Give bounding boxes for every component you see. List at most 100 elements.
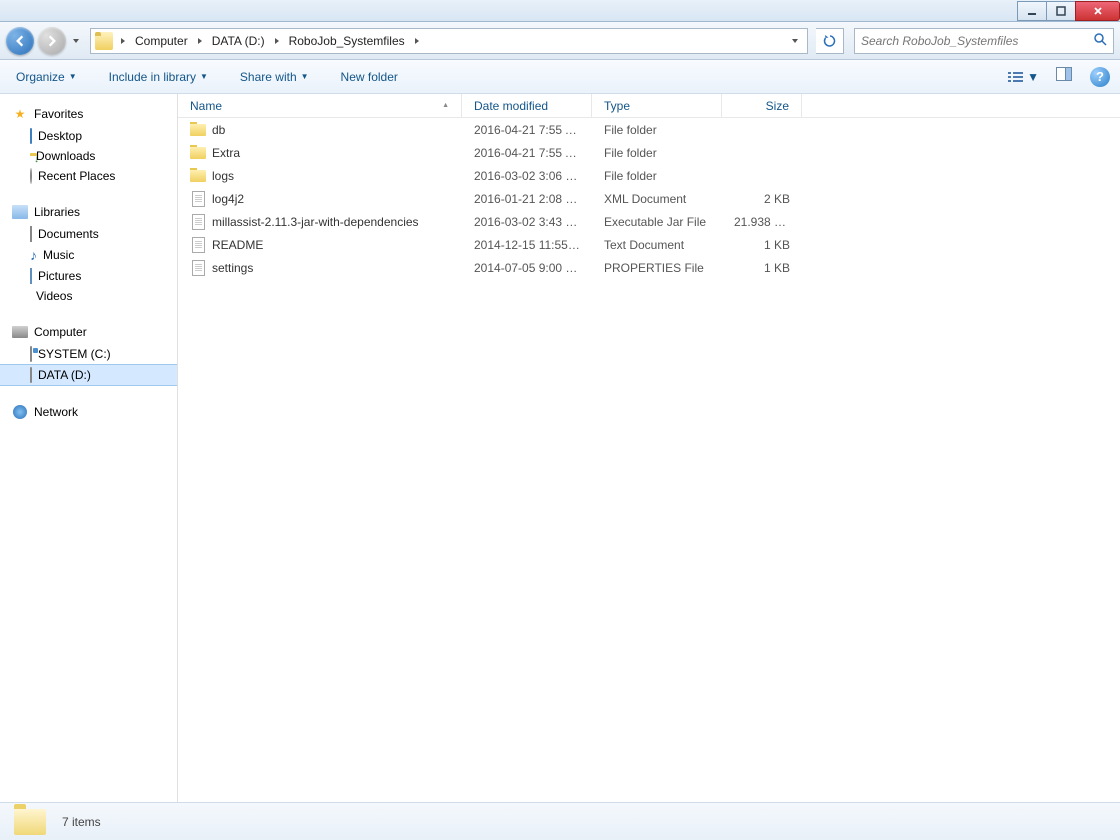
file-row[interactable]: settings 2014-07-05 9:00 PMPROPERTIES Fil… bbox=[178, 256, 1120, 279]
sidebar-item-label: Videos bbox=[36, 289, 72, 303]
file-size-cell: 1 KB bbox=[722, 238, 802, 252]
file-name-cell: logs bbox=[178, 168, 462, 184]
file-rows: db2016-04-21 7:55 AMFile folderExtra2016… bbox=[178, 118, 1120, 279]
sidebar-item-drive-c[interactable]: SYSTEM (C:) bbox=[0, 344, 177, 364]
sidebar-item-pictures[interactable]: Pictures bbox=[0, 266, 177, 286]
address-dropdown[interactable] bbox=[787, 34, 803, 48]
file-row[interactable]: millassist-2.11.3-jar-with-dependencies2… bbox=[178, 210, 1120, 233]
sidebar-item-videos[interactable]: Videos bbox=[0, 286, 177, 306]
organize-menu[interactable]: Organize▼ bbox=[10, 66, 83, 88]
sidebar-item-music[interactable]: ♪Music bbox=[0, 244, 177, 266]
file-type-cell: XML Document bbox=[592, 192, 722, 206]
file-list-pane: Name Date modified Type Size db2016-04-2… bbox=[178, 94, 1120, 802]
sidebar-item-drive-d[interactable]: DATA (D:) bbox=[0, 364, 177, 386]
breadcrumb-separator[interactable] bbox=[117, 37, 129, 45]
recent-icon bbox=[30, 168, 32, 184]
file-type-cell: PROPERTIES File bbox=[592, 261, 722, 275]
file-date-cell: 2016-04-21 7:55 AM bbox=[462, 123, 592, 137]
search-input[interactable] bbox=[861, 34, 1093, 48]
favorites-header[interactable]: ★ Favorites bbox=[0, 102, 177, 126]
window-controls bbox=[1018, 1, 1120, 21]
breadcrumb-item[interactable]: Computer bbox=[129, 29, 194, 53]
sidebar-item-label: Downloads bbox=[36, 149, 95, 163]
share-label: Share with bbox=[240, 70, 297, 84]
explorer-body: ★ Favorites Desktop Downloads Recent Plac… bbox=[0, 94, 1120, 802]
favorites-group: ★ Favorites Desktop Downloads Recent Plac… bbox=[0, 102, 177, 186]
breadcrumb-item[interactable]: RoboJob_Systemfiles bbox=[283, 29, 411, 53]
network-label: Network bbox=[34, 405, 78, 419]
file-type-cell: Executable Jar File bbox=[592, 215, 722, 229]
sidebar-item-label: Recent Places bbox=[38, 169, 115, 183]
column-header-size[interactable]: Size bbox=[722, 94, 802, 117]
view-options-button[interactable]: ▼ bbox=[1001, 66, 1046, 88]
titlebar bbox=[0, 0, 1120, 22]
breadcrumb-separator[interactable] bbox=[194, 37, 206, 45]
computer-group: Computer SYSTEM (C:) DATA (D:) bbox=[0, 320, 177, 386]
file-size-cell: 21.938 KB bbox=[722, 215, 802, 229]
file-date-cell: 2014-12-15 11:55 … bbox=[462, 238, 592, 252]
file-size-cell: 2 KB bbox=[722, 192, 802, 206]
computer-label: Computer bbox=[34, 325, 87, 339]
column-header-type[interactable]: Type bbox=[592, 94, 722, 117]
file-size-cell: 1 KB bbox=[722, 261, 802, 275]
refresh-button[interactable] bbox=[816, 28, 844, 54]
file-name-cell: settings bbox=[178, 260, 462, 276]
dropdown-icon: ▼ bbox=[200, 72, 208, 81]
star-icon: ★ bbox=[12, 106, 28, 122]
file-name-cell: db bbox=[178, 122, 462, 138]
share-menu[interactable]: Share with▼ bbox=[234, 66, 315, 88]
close-button[interactable] bbox=[1075, 1, 1120, 21]
file-date-cell: 2014-07-05 9:00 PM bbox=[462, 261, 592, 275]
favorites-label: Favorites bbox=[34, 107, 83, 121]
sidebar-item-recent[interactable]: Recent Places bbox=[0, 166, 177, 186]
column-header-date[interactable]: Date modified bbox=[462, 94, 592, 117]
libraries-header[interactable]: Libraries bbox=[0, 200, 177, 224]
file-date-cell: 2016-03-02 3:06 PM bbox=[462, 169, 592, 183]
column-header-name[interactable]: Name bbox=[178, 94, 462, 117]
sidebar-item-label: SYSTEM (C:) bbox=[38, 347, 111, 361]
minimize-button[interactable] bbox=[1017, 1, 1047, 21]
search-icon bbox=[1093, 32, 1107, 49]
preview-pane-button[interactable] bbox=[1056, 67, 1080, 87]
file-row[interactable]: logs2016-03-02 3:06 PMFile folder bbox=[178, 164, 1120, 187]
documents-icon bbox=[30, 226, 32, 242]
file-type-cell: Text Document bbox=[592, 238, 722, 252]
help-button[interactable]: ? bbox=[1090, 67, 1110, 87]
sidebar-item-downloads[interactable]: Downloads bbox=[0, 146, 177, 166]
file-icon bbox=[190, 237, 206, 253]
folder-icon bbox=[190, 168, 206, 184]
desktop-icon bbox=[30, 128, 32, 144]
file-icon bbox=[190, 214, 206, 230]
breadcrumb: Computer DATA (D:) RoboJob_Systemfiles bbox=[129, 29, 423, 53]
libraries-icon bbox=[12, 205, 28, 219]
breadcrumb-item[interactable]: DATA (D:) bbox=[206, 29, 271, 53]
breadcrumb-separator[interactable] bbox=[271, 37, 283, 45]
file-row[interactable]: db2016-04-21 7:55 AMFile folder bbox=[178, 118, 1120, 141]
file-name: logs bbox=[212, 169, 234, 183]
file-icon bbox=[190, 191, 206, 207]
breadcrumb-separator[interactable] bbox=[411, 37, 423, 45]
file-name-cell: Extra bbox=[178, 145, 462, 161]
file-row[interactable]: Extra2016-04-21 7:55 AMFile folder bbox=[178, 141, 1120, 164]
nav-history-dropdown[interactable] bbox=[70, 37, 82, 45]
back-button[interactable] bbox=[6, 27, 34, 55]
file-row[interactable]: log4j22016-01-21 2:08 PMXML Document2 KB bbox=[178, 187, 1120, 210]
file-name: settings bbox=[212, 261, 253, 275]
address-bar[interactable]: Computer DATA (D:) RoboJob_Systemfiles bbox=[90, 28, 808, 54]
computer-header[interactable]: Computer bbox=[0, 320, 177, 344]
forward-button[interactable] bbox=[38, 27, 66, 55]
sidebar-item-documents[interactable]: Documents bbox=[0, 224, 177, 244]
command-bar: Organize▼ Include in library▼ Share with… bbox=[0, 60, 1120, 94]
sidebar-item-desktop[interactable]: Desktop bbox=[0, 126, 177, 146]
folder-icon bbox=[190, 145, 206, 161]
drive-icon bbox=[30, 367, 32, 383]
new-folder-button[interactable]: New folder bbox=[335, 66, 404, 88]
dropdown-icon: ▼ bbox=[69, 72, 77, 81]
maximize-button[interactable] bbox=[1046, 1, 1076, 21]
network-header[interactable]: Network bbox=[0, 400, 177, 424]
drive-icon bbox=[30, 346, 32, 362]
file-row[interactable]: README2014-12-15 11:55 …Text Document1 K… bbox=[178, 233, 1120, 256]
search-box[interactable] bbox=[854, 28, 1114, 54]
folder-icon bbox=[14, 809, 46, 835]
include-library-menu[interactable]: Include in library▼ bbox=[103, 66, 214, 88]
